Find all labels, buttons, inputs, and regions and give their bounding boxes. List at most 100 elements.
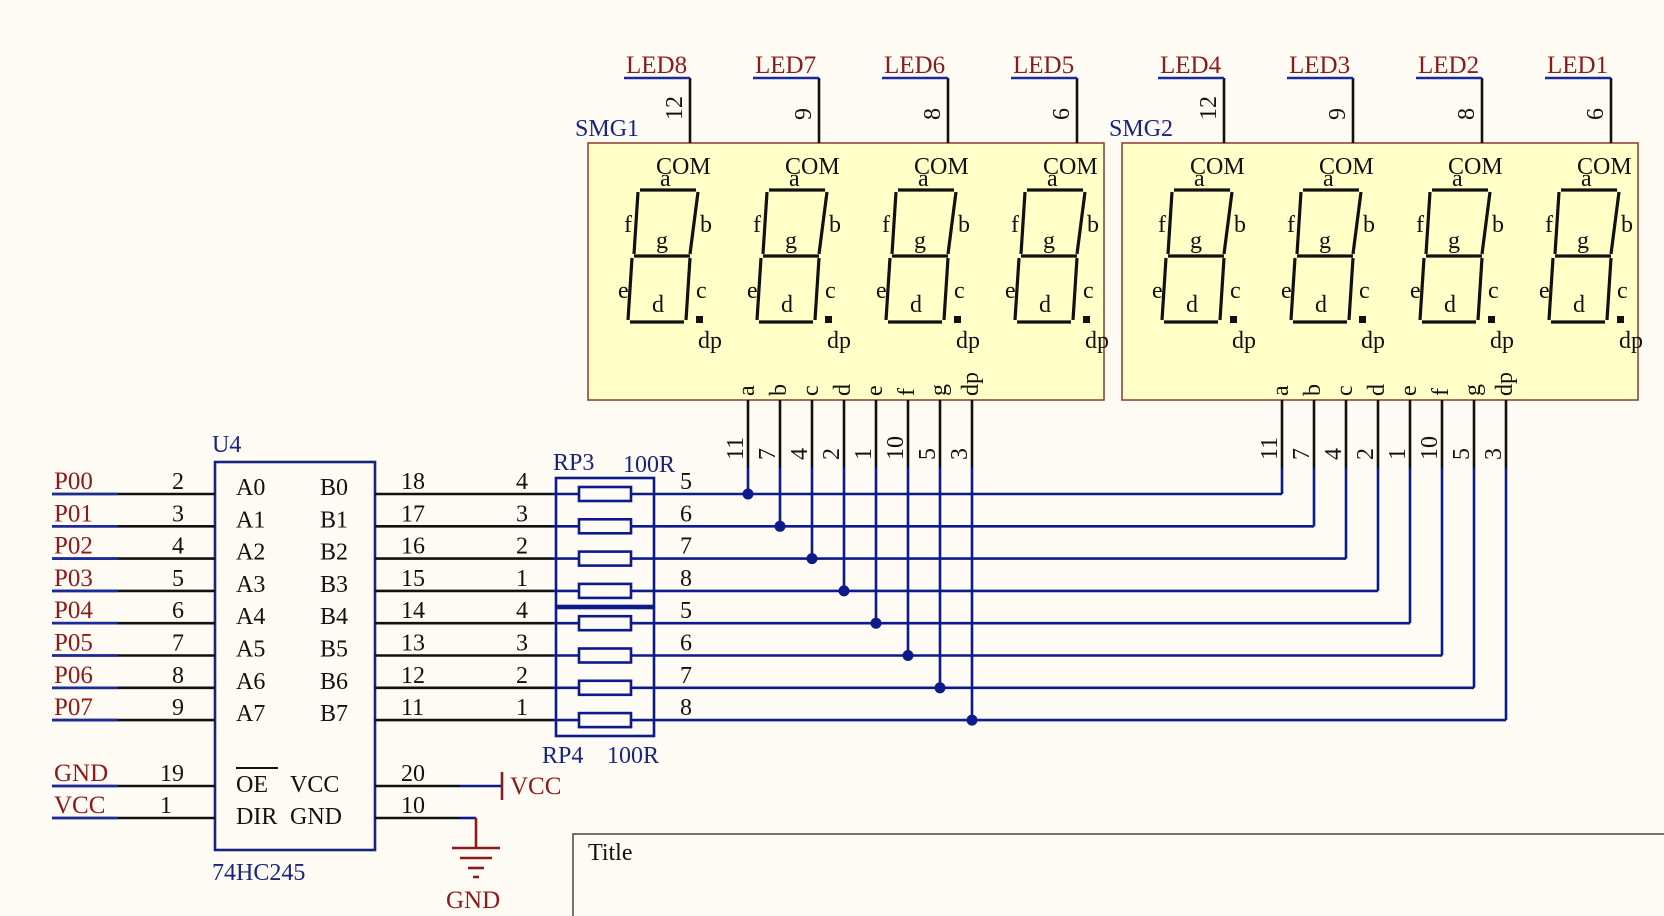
seg-label: c — [1230, 278, 1241, 304]
rnet-pin-number: 3 — [516, 631, 528, 657]
seg-label: dp — [1232, 328, 1256, 354]
pin-name: A3 — [236, 572, 265, 598]
com-pin-number: 6 — [1583, 108, 1609, 120]
com-pin-number: 6 — [1049, 108, 1075, 120]
pin-number: 15 — [401, 566, 425, 592]
seg-label: f — [753, 212, 761, 238]
seg-label: c — [825, 278, 836, 304]
ic-part-number: 74HC245 — [212, 860, 305, 886]
rnet-pin-number: 3 — [516, 501, 528, 527]
seg-label: a — [1452, 166, 1463, 192]
seg-label: d — [1573, 292, 1585, 318]
rnet-pin-number: 4 — [516, 469, 528, 495]
pin-number: 1 — [160, 793, 172, 819]
segment-dp — [1617, 316, 1624, 323]
net-label-p06: P06 — [54, 662, 93, 689]
pin-name: A1 — [236, 507, 265, 533]
seg-label: a — [1581, 166, 1592, 192]
pin-number: 14 — [401, 598, 425, 624]
pin-number: 19 — [160, 761, 184, 787]
ground-symbol — [452, 846, 500, 879]
segment-dp — [954, 316, 961, 323]
seg-label: a — [918, 166, 929, 192]
segment-pin-label: g — [926, 384, 952, 396]
seg-label: g — [1448, 228, 1460, 254]
led-net-label: LED8 — [626, 52, 687, 79]
com-pin-number: 12 — [1196, 96, 1222, 120]
net-label-p07: P07 — [54, 694, 93, 721]
pin-number: 4 — [172, 534, 184, 560]
junction-dot — [966, 714, 978, 726]
pin-name: OE — [236, 772, 268, 798]
rnet-pin-number: 4 — [516, 598, 528, 624]
seg-label: b — [1234, 212, 1246, 238]
junction-dot — [902, 650, 914, 661]
title-label: Title — [588, 840, 632, 866]
rnet-value: 100R — [607, 743, 659, 769]
segment-pin-number: 1 — [1385, 448, 1411, 460]
seg-label: b — [829, 212, 841, 238]
seg-label: d — [781, 292, 793, 318]
seg-label: g — [914, 228, 926, 254]
segment-pin-label: dp — [1492, 372, 1518, 396]
pin-number: 3 — [172, 501, 184, 527]
rnet-pin-number: 5 — [680, 469, 692, 495]
resistor — [577, 614, 633, 632]
segment-pin-number: 3 — [947, 448, 973, 460]
net-label-vcc: VCC — [54, 792, 105, 819]
rnet-pin-number: 8 — [680, 695, 692, 721]
segment-dp — [1488, 316, 1495, 323]
junction-dot — [838, 585, 850, 597]
seg-label: dp — [1085, 328, 1109, 354]
pin-number: 17 — [401, 501, 425, 527]
segment-dp — [825, 316, 832, 323]
led-net-label: LED3 — [1289, 52, 1350, 79]
rnet-pin-number: 6 — [680, 501, 692, 527]
segment-pin-label: d — [1364, 384, 1390, 396]
junction-dot — [870, 617, 882, 629]
seg-label: dp — [1361, 328, 1385, 354]
segment-dp — [1083, 316, 1090, 323]
pin-name: B0 — [320, 475, 348, 501]
segment-pin-number: 2 — [819, 448, 845, 460]
ic-74hc245: U4 74HC245 P00 2 A0 P01 3 A1 P02 4 A2 P03 5 A3 P04 6 A… — [52, 432, 553, 886]
seg-label: d — [1186, 292, 1198, 318]
rnet-pin-number: 7 — [680, 663, 692, 689]
segment-dp — [696, 316, 703, 323]
seg-label: e — [1152, 278, 1163, 304]
segment-pin-number: 1 — [851, 448, 877, 460]
pin-number: 6 — [172, 598, 184, 624]
segment-dp — [1230, 316, 1237, 323]
rnet-value: 100R — [623, 452, 675, 478]
pin-number: 18 — [401, 469, 425, 495]
segment-pin-label: b — [1300, 384, 1326, 396]
rnet-pin-number: 7 — [680, 534, 692, 560]
segment-pin-number: 5 — [1449, 448, 1475, 460]
seg-label: c — [1617, 278, 1628, 304]
net-label-p01: P01 — [54, 500, 93, 527]
segment-pin-number: 2 — [1353, 448, 1379, 460]
seg-label: g — [656, 228, 668, 254]
net-label-p05: P05 — [54, 630, 93, 657]
led-net-label: LED7 — [755, 52, 816, 79]
segment-pin-label: f — [1428, 388, 1454, 396]
pin-name: A2 — [236, 540, 265, 566]
pin-name: A7 — [236, 701, 265, 727]
seg-label: e — [747, 278, 758, 304]
segment-pin-number: 7 — [1289, 448, 1315, 460]
segment-pin-number: 4 — [1321, 448, 1347, 460]
seg-label: c — [1488, 278, 1499, 304]
rnet-pin-number: 8 — [680, 566, 692, 592]
display-designator: SMG2 — [1109, 116, 1173, 142]
pin-name: A4 — [236, 604, 265, 630]
seg-label: f — [882, 212, 890, 238]
seg-label: b — [700, 212, 712, 238]
segment-pin-label: e — [1396, 385, 1422, 396]
pin-name: GND — [290, 804, 342, 830]
vcc-net-label: VCC — [510, 773, 561, 800]
junction-dot — [806, 553, 818, 565]
pin-number: 8 — [172, 663, 184, 689]
net-label-p02: P02 — [54, 533, 93, 560]
segment-pin-number: 3 — [1481, 448, 1507, 460]
segment-pin-label: e — [862, 385, 888, 396]
